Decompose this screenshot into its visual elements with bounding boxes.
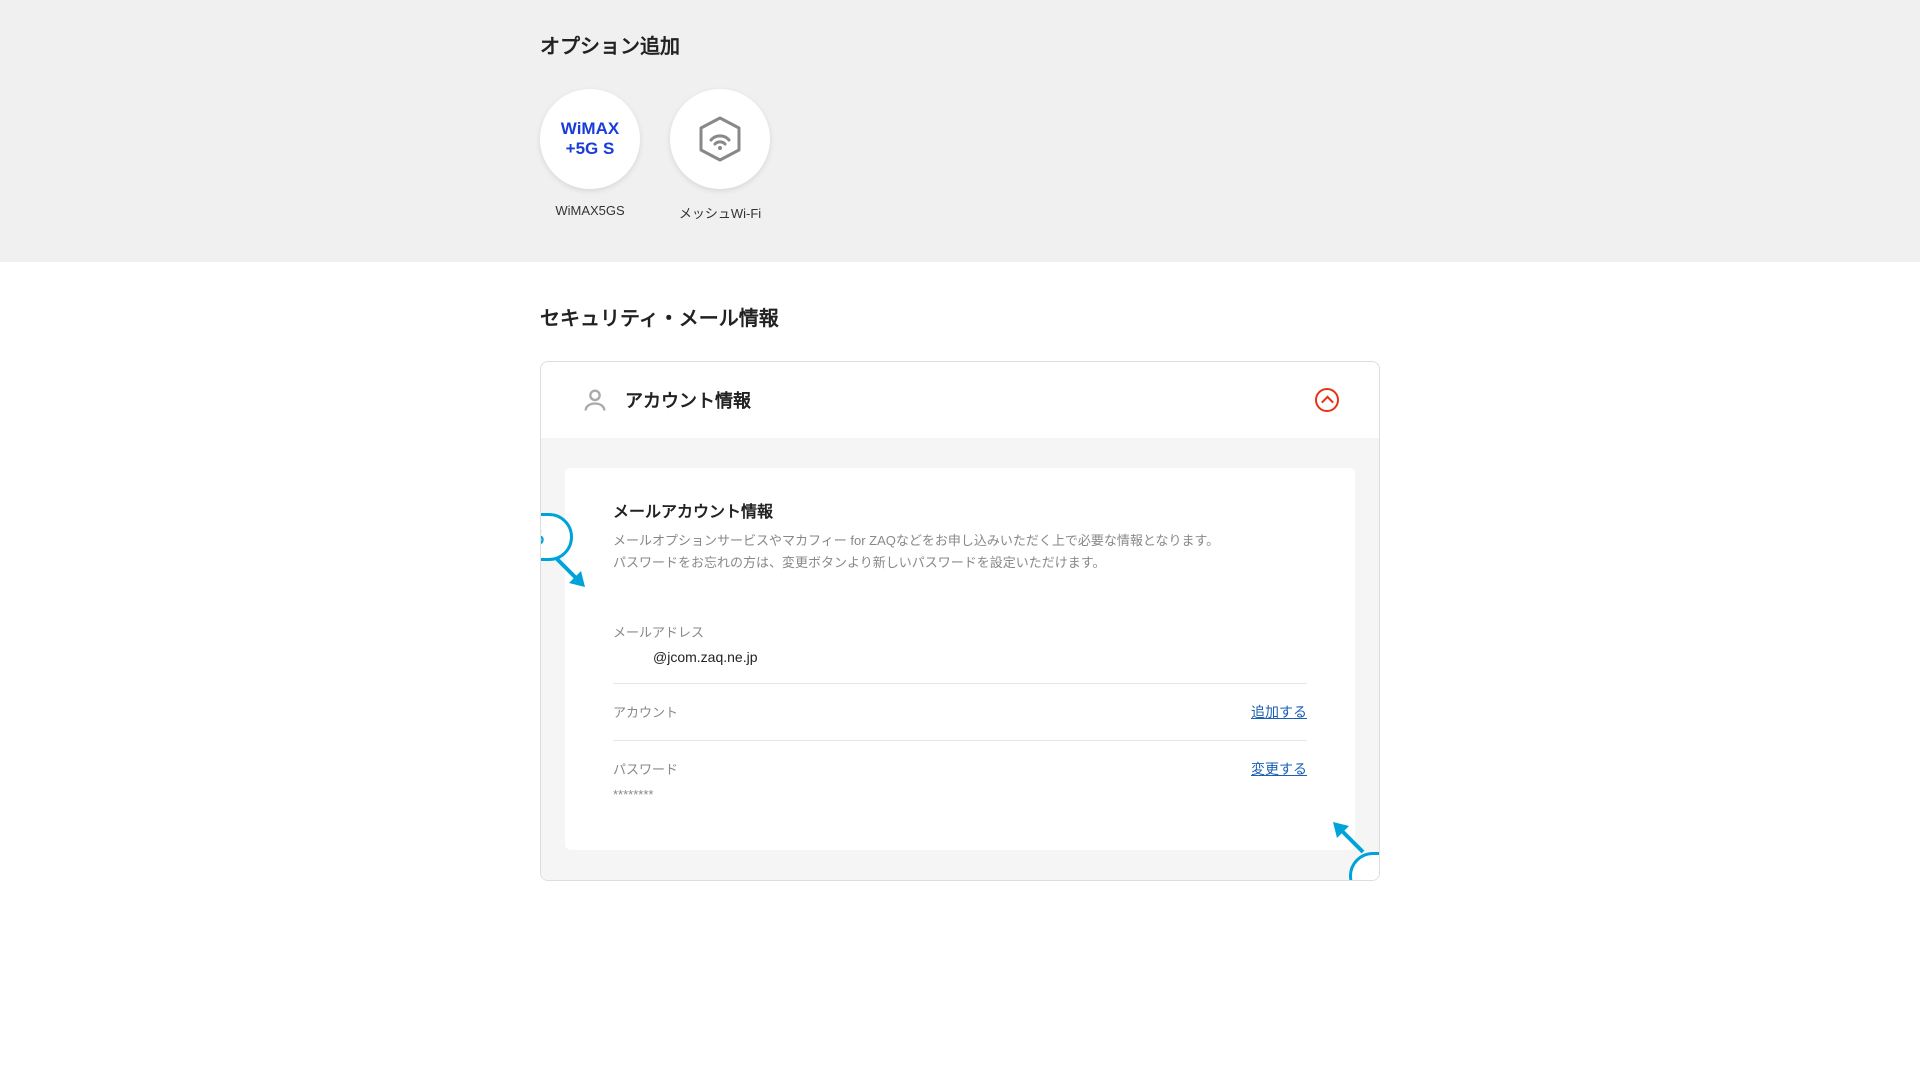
option-item-wimax: WiMAX +5G S WiMAX5GS bbox=[540, 89, 640, 222]
user-icon bbox=[581, 386, 609, 414]
account-add-link[interactable]: 追加する bbox=[1251, 702, 1307, 722]
options-title: オプション追加 bbox=[540, 30, 1380, 59]
callout-fromhere: ここから bbox=[1349, 852, 1380, 881]
mail-desc-line2: パスワードをお忘れの方は、変更ボタンより新しいパスワードを設定いただけます。 bbox=[613, 555, 1105, 570]
email-value: @jcom.zaq.ne.jp bbox=[613, 649, 1307, 665]
option-item-mesh: メッシュWi-Fi bbox=[670, 89, 770, 222]
field-row-password: パスワード 変更する ******** bbox=[613, 741, 1307, 820]
account-label: アカウント bbox=[613, 702, 678, 721]
option-label-mesh: メッシュWi-Fi bbox=[679, 203, 761, 222]
field-row-account: アカウント 追加する bbox=[613, 684, 1307, 741]
security-section: セキュリティ・メール情報 アカウント情報 こちら bbox=[0, 262, 1920, 921]
option-circle-wimax[interactable]: WiMAX +5G S bbox=[540, 89, 640, 189]
account-card-header[interactable]: アカウント情報 bbox=[541, 362, 1379, 438]
account-card: アカウント情報 こちら メールアカウント情報 メールオプションサービスやマカフ bbox=[540, 361, 1380, 881]
password-label: パスワード bbox=[613, 759, 678, 778]
password-change-link[interactable]: 変更する bbox=[1251, 759, 1307, 779]
account-card-title: アカウント情報 bbox=[625, 387, 751, 413]
password-value: ******** bbox=[613, 787, 1307, 802]
mail-account-desc: メールオプションサービスやマカフィー for ZAQなどをお申し込みいただく上で… bbox=[613, 530, 1307, 574]
security-title: セキュリティ・メール情報 bbox=[540, 302, 1380, 331]
chevron-up-icon bbox=[1315, 388, 1339, 412]
mail-account-inner-card: こちら メールアカウント情報 メールオプションサービスやマカフィー for ZA… bbox=[565, 468, 1355, 850]
mail-desc-line1: メールオプションサービスやマカフィー for ZAQなどをお申し込みいただく上で… bbox=[613, 533, 1219, 548]
option-items: WiMAX +5G S WiMAX5GS メッシュWi-Fi bbox=[540, 89, 1380, 222]
mail-account-title: メールアカウント情報 bbox=[613, 498, 1307, 522]
option-circle-mesh[interactable] bbox=[670, 89, 770, 189]
arrow-pointer-fromhere-icon bbox=[1327, 816, 1367, 856]
options-section: オプション追加 WiMAX +5G S WiMAX5GS bbox=[0, 0, 1920, 262]
option-label-wimax: WiMAX5GS bbox=[555, 203, 624, 218]
mesh-wifi-hex-icon bbox=[695, 114, 745, 164]
option-circle-line2: +5G S bbox=[566, 139, 615, 159]
option-circle-line1: WiMAX bbox=[561, 119, 619, 139]
account-card-body: こちら メールアカウント情報 メールオプションサービスやマカフィー for ZA… bbox=[541, 438, 1379, 880]
email-label: メールアドレス bbox=[613, 622, 704, 641]
field-row-email: メールアドレス @jcom.zaq.ne.jp bbox=[613, 604, 1307, 684]
